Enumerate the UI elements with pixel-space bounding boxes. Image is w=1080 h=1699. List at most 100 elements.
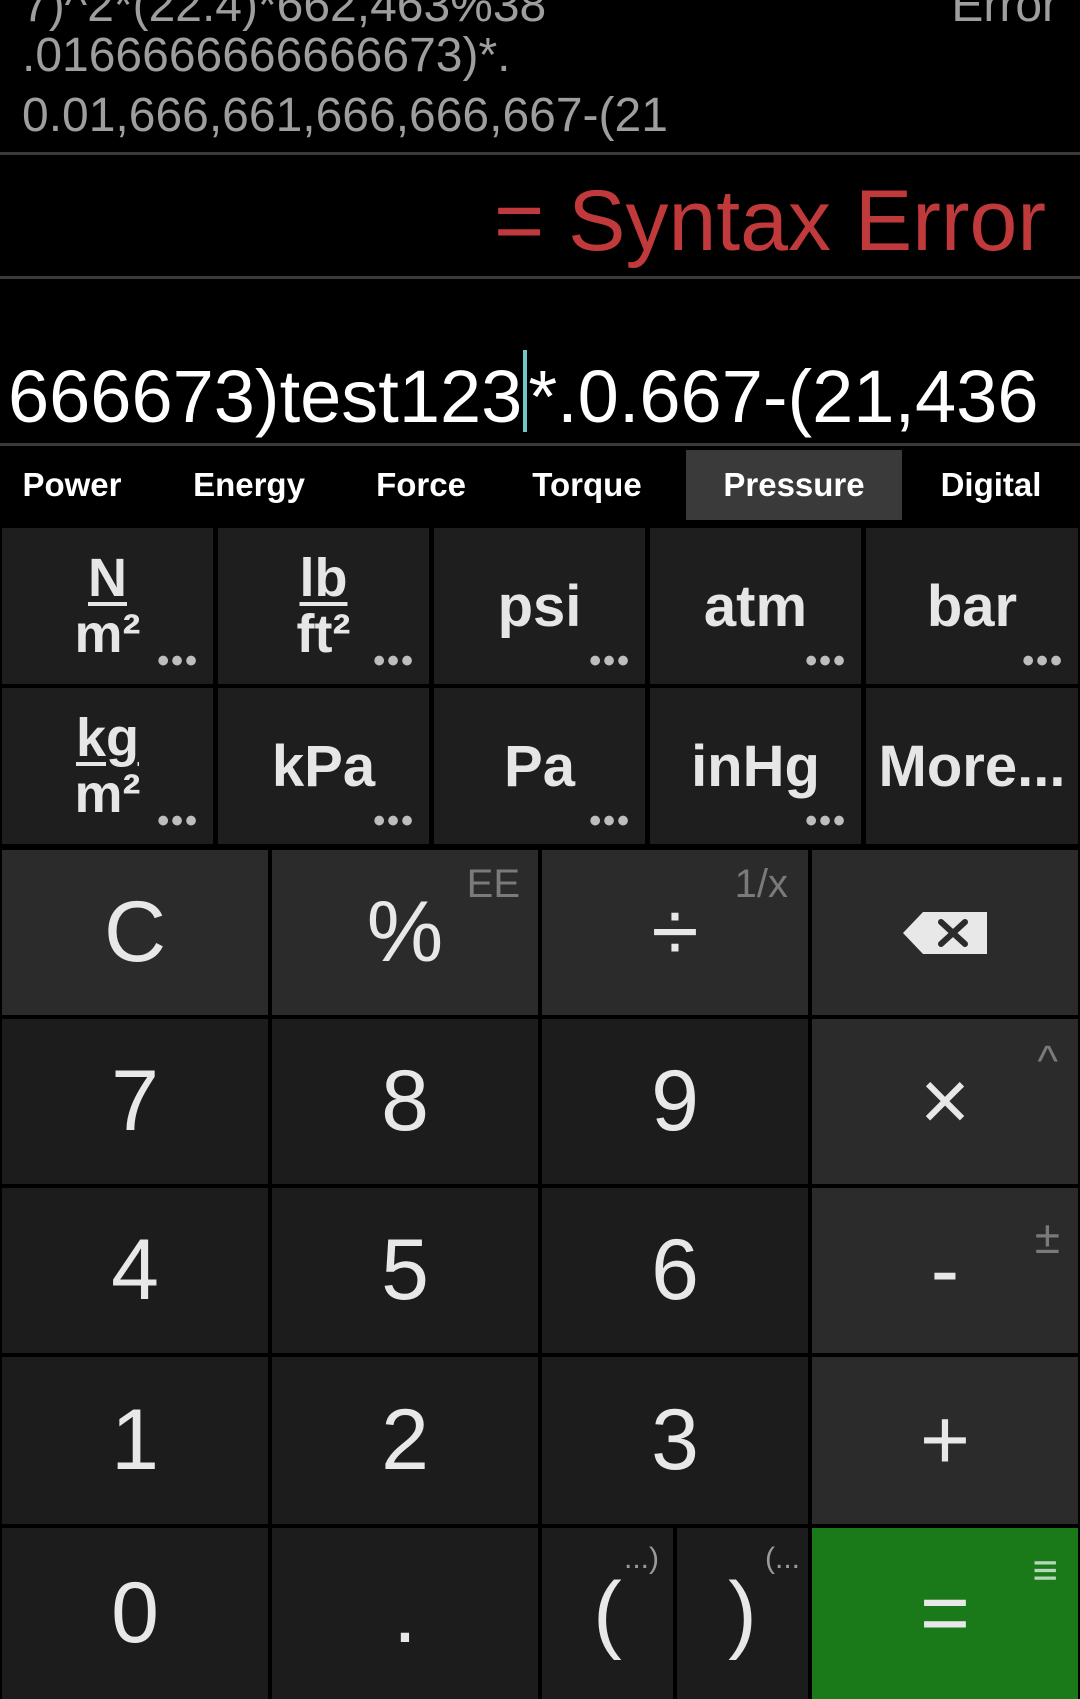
open-paren-sublabel: ...) — [624, 1542, 659, 1575]
unit-inhg-button[interactable]: inHg ••• — [650, 688, 861, 844]
digit-label: 6 — [651, 1222, 699, 1318]
more-options-icon: ••• — [157, 802, 199, 840]
unit-pa-button[interactable]: Pa ••• — [434, 688, 645, 844]
open-paren-label: ( — [593, 1565, 622, 1661]
unit-label: bar — [926, 573, 1018, 639]
power-sublabel: ^ — [1037, 1037, 1058, 1086]
minus-label: - — [930, 1222, 960, 1318]
digit-6-button[interactable]: 6 — [542, 1188, 808, 1353]
reciprocal-sublabel: 1/x — [734, 862, 788, 906]
multiply-button[interactable]: × ^ — [812, 1019, 1078, 1184]
unit-kpa-button[interactable]: kPa ••• — [218, 688, 429, 844]
unit-denominator: ft² — [296, 604, 351, 664]
unit-label: psi — [497, 573, 582, 639]
history-line: .0166666666666673)*. — [22, 29, 511, 82]
digit-label: 4 — [111, 1222, 159, 1318]
unit-numerator: lb — [299, 548, 348, 608]
more-units-button[interactable]: More... — [866, 688, 1078, 844]
percent-button[interactable]: % EE — [272, 850, 538, 1015]
digit-8-button[interactable]: 8 — [272, 1019, 538, 1184]
clear-label: C — [103, 884, 167, 980]
unit-lb-per-ft2-button[interactable]: lb ft² ••• — [218, 528, 429, 684]
divide-button[interactable]: ÷ 1/x — [542, 850, 808, 1015]
text-cursor — [523, 350, 528, 432]
unit-label: inHg — [691, 733, 820, 799]
minus-button[interactable]: - ± — [812, 1188, 1078, 1353]
digit-1-button[interactable]: 1 — [2, 1357, 268, 1524]
unit-numerator: kg — [75, 708, 140, 768]
decimal-label: . — [393, 1565, 417, 1661]
more-options-icon: ••• — [589, 802, 631, 840]
unit-denominator: m² — [74, 764, 141, 824]
expression-after-cursor: *.0.667-(21,436 — [528, 355, 1039, 438]
more-options-icon: ••• — [373, 802, 415, 840]
unit-label: kPa — [271, 733, 376, 799]
digit-5-button[interactable]: 5 — [272, 1188, 538, 1353]
unit-numerator: N — [88, 548, 127, 608]
tab-energy[interactable]: Energy — [144, 450, 354, 520]
unit-label: Pa — [504, 733, 575, 799]
unit-label: More... — [878, 733, 1066, 799]
digit-4-button[interactable]: 4 — [2, 1188, 268, 1353]
unit-n-per-m2-button[interactable]: Nm² ••• — [2, 528, 213, 684]
divider — [0, 152, 1080, 155]
percent-label: % — [366, 884, 444, 980]
history-panel: 7)^2*(22.4)*662,463%38 Error .0166666666… — [0, 0, 1080, 152]
history-line: 0.01,666,661,666,666,667-(21 — [22, 89, 668, 142]
digit-label: 7 — [111, 1053, 159, 1149]
divide-label: ÷ — [651, 884, 699, 980]
tab-torque[interactable]: Torque — [488, 450, 686, 520]
equals-label: = — [919, 1565, 971, 1661]
close-paren-label: ) — [728, 1565, 757, 1661]
digit-label: 8 — [381, 1053, 429, 1149]
unit-grid: Nm² ••• lb ft² ••• psi ••• atm ••• bar ••… — [0, 526, 1080, 846]
backspace-button[interactable] — [812, 850, 1078, 1015]
menu-sublabel: ≡ — [1032, 1546, 1058, 1595]
unit-psi-button[interactable]: psi ••• — [434, 528, 645, 684]
history-error: Error — [951, 0, 1058, 32]
tab-power[interactable]: Power — [0, 450, 144, 520]
expression-before-cursor: 666673)test123 — [8, 355, 523, 438]
unit-category-tabs: Power Energy Force Torque Pressure Digit… — [0, 450, 1080, 520]
unit-label: atm — [703, 573, 808, 639]
tab-force[interactable]: Force — [354, 450, 488, 520]
tab-digital[interactable]: Digital — [902, 450, 1080, 520]
close-paren-button[interactable]: ) (... — [677, 1528, 808, 1699]
unit-atm-button[interactable]: atm ••• — [650, 528, 861, 684]
backspace-icon — [903, 911, 987, 954]
digit-label: 1 — [111, 1392, 159, 1488]
digit-3-button[interactable]: 3 — [542, 1357, 808, 1524]
open-paren-button[interactable]: ( ...) — [542, 1528, 673, 1699]
ee-sublabel: EE — [466, 862, 520, 906]
divider — [0, 276, 1080, 279]
more-options-icon: ••• — [373, 642, 415, 680]
expression-input[interactable]: 666673)test123*.0.667-(21,436 — [0, 350, 1080, 440]
digit-label: 5 — [381, 1222, 429, 1318]
unit-kg-per-m2-button[interactable]: kg m² ••• — [2, 688, 213, 844]
plus-minus-sublabel: ± — [1034, 1211, 1060, 1263]
divider — [0, 443, 1080, 446]
digit-0-button[interactable]: 0 — [2, 1528, 268, 1699]
digit-label: 2 — [381, 1392, 429, 1488]
result-display: = Syntax Error — [493, 173, 1046, 269]
clear-button[interactable]: C — [2, 850, 268, 1015]
unit-bar-button[interactable]: bar ••• — [866, 528, 1078, 684]
more-options-icon: ••• — [805, 802, 847, 840]
digit-7-button[interactable]: 7 — [2, 1019, 268, 1184]
digit-2-button[interactable]: 2 — [272, 1357, 538, 1524]
plus-label: + — [919, 1392, 971, 1488]
more-options-icon: ••• — [589, 642, 631, 680]
more-options-icon: ••• — [805, 642, 847, 680]
tab-pressure[interactable]: Pressure — [686, 450, 902, 520]
more-options-icon: ••• — [1022, 642, 1064, 680]
digit-label: 9 — [651, 1053, 699, 1149]
plus-button[interactable]: + — [812, 1357, 1078, 1524]
decimal-button[interactable]: . — [272, 1528, 538, 1699]
equals-button[interactable]: = ≡ — [812, 1528, 1078, 1699]
close-paren-sublabel: (... — [765, 1542, 800, 1575]
unit-denominator: m² — [74, 604, 141, 664]
digit-label: 0 — [111, 1565, 159, 1661]
multiply-label: × — [919, 1053, 971, 1149]
digit-9-button[interactable]: 9 — [542, 1019, 808, 1184]
digit-label: 3 — [651, 1392, 699, 1488]
